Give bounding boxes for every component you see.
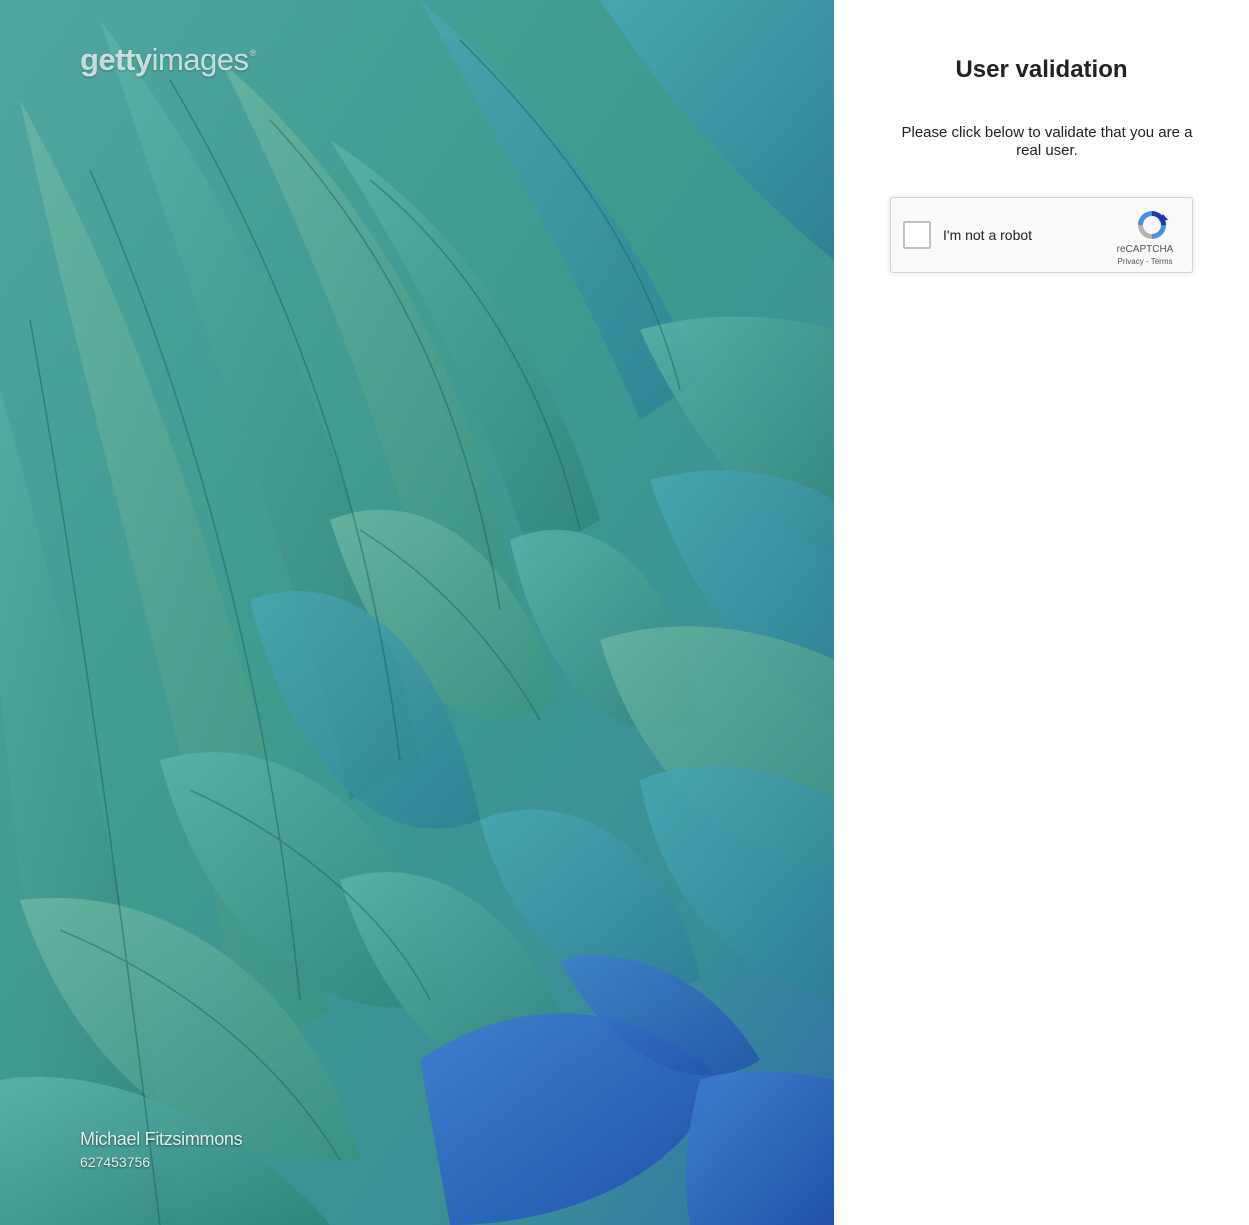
hero-image: gettyimages® Michael Fitzsimmons 6274537…: [0, 0, 834, 1225]
recaptcha-link-separator: -: [1145, 257, 1149, 266]
recaptcha-brand: reCAPTCHA: [1116, 244, 1174, 255]
photographer-name: Michael Fitzsimmons: [80, 1129, 243, 1149]
recaptcha-privacy-link[interactable]: Privacy: [1118, 257, 1144, 266]
recaptcha-links: Privacy - Terms: [1110, 257, 1180, 266]
recaptcha-logo-icon: [1138, 211, 1168, 239]
recaptcha-terms-link[interactable]: Terms: [1151, 257, 1173, 266]
image-credit: Michael Fitzsimmons 627453756: [80, 1128, 243, 1172]
logo-word-getty: getty: [80, 42, 152, 77]
logo-registered-mark: ®: [249, 48, 257, 58]
recaptcha-checkbox[interactable]: [903, 221, 931, 249]
image-number: 627453756: [80, 1154, 151, 1170]
recaptcha-checkbox-label: I'm not a robot: [943, 227, 1033, 243]
validation-description: Please click below to validate that you …: [901, 124, 1193, 159]
feather-background: [0, 0, 834, 1225]
page-title: User validation: [955, 56, 1128, 83]
validation-panel: User validation Please click below to va…: [834, 0, 1249, 1225]
gettyimages-logo[interactable]: gettyimages®: [80, 42, 256, 78]
recaptcha-widget: I'm not a robot reCAPTCHA Privacy - Term…: [890, 197, 1193, 273]
logo-word-images: images: [151, 42, 249, 77]
